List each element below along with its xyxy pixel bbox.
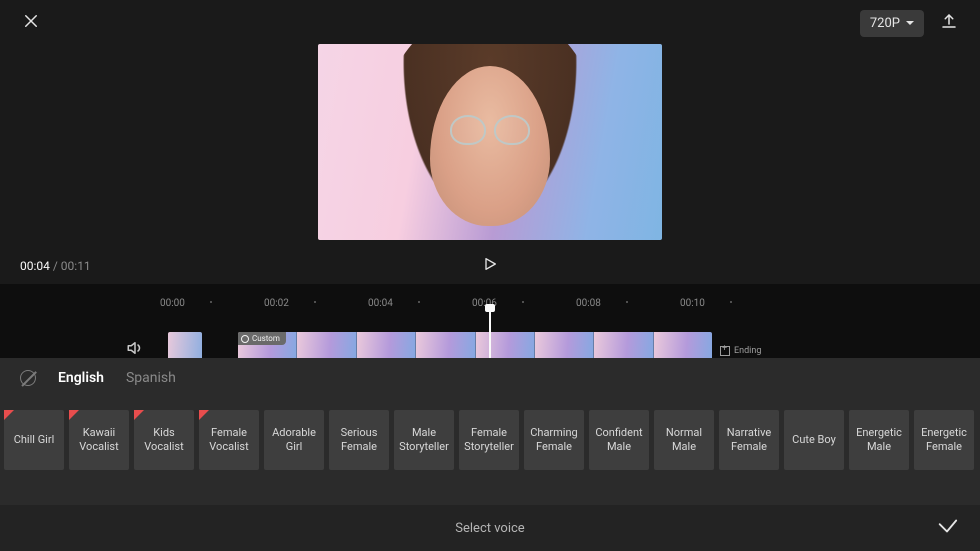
voice-card-label: Kawaii Vocalist <box>72 426 126 455</box>
voice-card[interactable]: Charming Female <box>524 410 584 470</box>
voice-card-label: Kids Vocalist <box>137 426 191 455</box>
ending-label: Ending <box>734 346 761 356</box>
tab-spanish[interactable]: Spanish <box>126 370 176 386</box>
current-time: 00:04 <box>20 259 50 273</box>
add-ending-button[interactable]: Ending <box>720 346 761 356</box>
voice-panel: English Spanish Chill Girl Kawaii Vocalis… <box>0 358 980 551</box>
voice-card-label: Chill Girl <box>14 433 55 447</box>
tab-english[interactable]: English <box>58 370 104 386</box>
language-tabs: English Spanish <box>0 358 980 392</box>
voice-card-label: Confident Male <box>592 426 646 455</box>
ruler-tick: 00:02 <box>264 298 368 309</box>
voice-card-label: Energetic Male <box>852 426 906 455</box>
voice-bottom-bar: Select voice <box>0 505 980 551</box>
top-right-controls: 720P <box>860 10 958 37</box>
voice-card-label: Energetic Female <box>917 426 971 455</box>
voice-card-label: Adorable Girl <box>267 426 321 455</box>
quality-selector[interactable]: 720P <box>860 10 924 37</box>
voice-card-label: Normal Male <box>657 426 711 455</box>
video-preview[interactable] <box>318 44 662 240</box>
quality-label: 720P <box>870 16 900 31</box>
voice-card[interactable]: Kids Vocalist <box>134 410 194 470</box>
voice-card-label: Female Storyteller <box>462 426 516 455</box>
voice-card-label: Cute Boy <box>792 433 836 447</box>
voice-card[interactable]: Narrative Female <box>719 410 779 470</box>
voice-card[interactable]: Female Storyteller <box>459 410 519 470</box>
playback-time: 00:04 / 00:11 <box>20 259 91 273</box>
close-icon[interactable] <box>22 12 40 34</box>
none-icon[interactable] <box>20 370 36 386</box>
voice-card-label: Narrative Female <box>722 426 776 455</box>
export-icon[interactable] <box>940 12 958 34</box>
voice-card[interactable]: Energetic Male <box>849 410 909 470</box>
voice-card-label: Serious Female <box>332 426 386 455</box>
voice-card[interactable]: Normal Male <box>654 410 714 470</box>
confirm-check-icon[interactable] <box>936 515 958 541</box>
voice-card[interactable]: Confident Male <box>589 410 649 470</box>
chevron-down-icon <box>906 21 914 25</box>
voice-card[interactable]: Cute Boy <box>784 410 844 470</box>
add-ending-icon <box>720 346 730 356</box>
voice-card[interactable]: Energetic Female <box>914 410 974 470</box>
play-button[interactable] <box>482 256 498 276</box>
ruler-tick: 00:04 <box>368 298 472 309</box>
voice-card-list: Chill Girl Kawaii Vocalist Kids Vocalist Fe… <box>0 392 980 470</box>
ruler-tick: 00:10 <box>680 298 784 309</box>
voice-card[interactable]: Chill Girl <box>4 410 64 470</box>
ruler-tick: 00:08 <box>576 298 680 309</box>
voice-card[interactable]: Female Vocalist <box>199 410 259 470</box>
preview-area <box>0 44 980 240</box>
total-time: 00:11 <box>61 259 91 273</box>
top-bar: 720P <box>0 0 980 44</box>
voice-card[interactable]: Adorable Girl <box>264 410 324 470</box>
voice-card[interactable]: Male Storyteller <box>394 410 454 470</box>
custom-badge: Custom <box>238 332 286 345</box>
voice-card-label: Charming Female <box>527 426 581 455</box>
voice-card[interactable]: Serious Female <box>329 410 389 470</box>
voice-card-label: Male Storyteller <box>397 426 451 455</box>
voice-card-label: Female Vocalist <box>202 426 256 455</box>
time-separator: / <box>50 259 61 273</box>
ruler-tick: 00:00 <box>160 298 264 309</box>
playback-bar: 00:04 / 00:11 <box>0 248 980 284</box>
select-voice-label: Select voice <box>455 521 524 536</box>
voice-card[interactable]: Kawaii Vocalist <box>69 410 129 470</box>
